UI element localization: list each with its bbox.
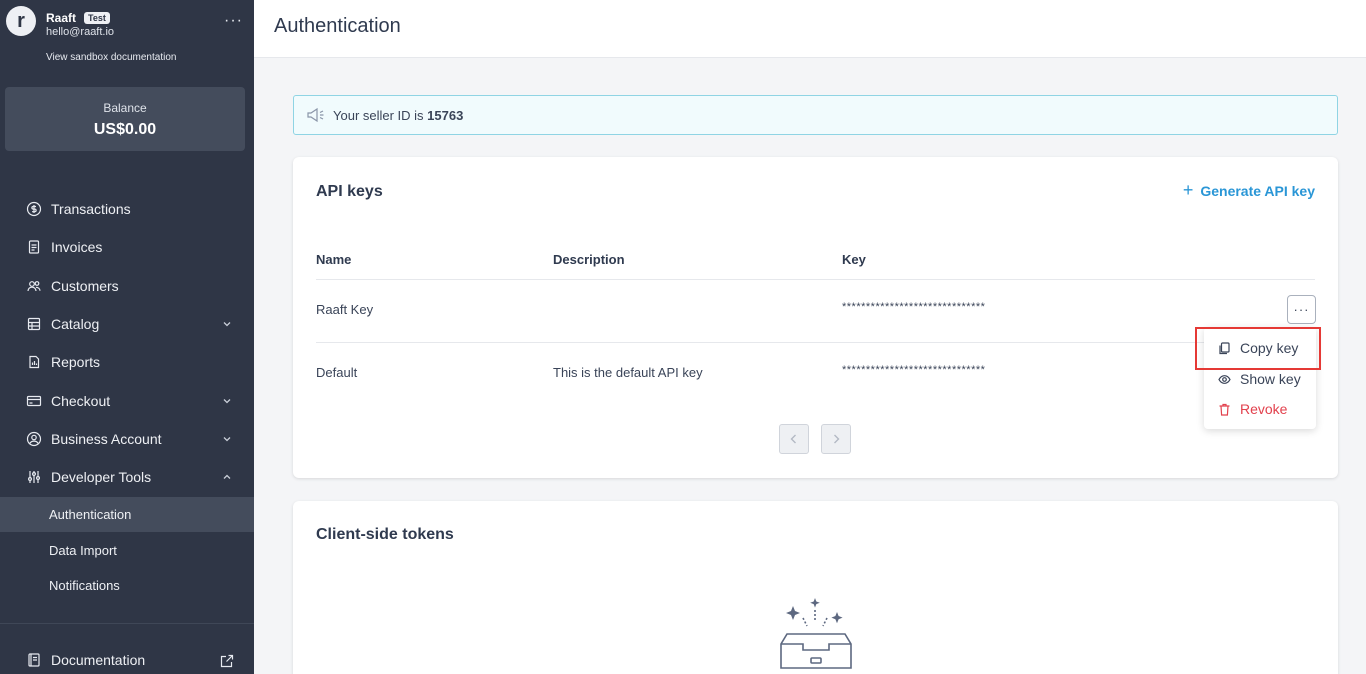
balance-value: US$0.00 [93, 121, 157, 138]
chevron-down-icon [223, 322, 231, 327]
sidebar-item-label: Customers [51, 277, 119, 294]
row-key: ****************************** [842, 364, 986, 376]
trash-icon [1219, 403, 1230, 416]
card-icon [26, 393, 42, 409]
external-link-icon[interactable] [220, 654, 234, 668]
sidebar-subitem-authentication[interactable]: Authentication [0, 497, 254, 532]
sidebar-item-invoices[interactable]: Invoices [0, 228, 254, 266]
column-header-key: Key [842, 252, 866, 267]
client-tokens-title: Client-side tokens [316, 526, 454, 543]
notice-text: Your seller ID is [333, 107, 428, 123]
sidebar-nav: Transactions Invoices Customers Catalog [0, 190, 254, 496]
megaphone-icon [307, 107, 324, 123]
chevron-up-icon [223, 474, 231, 480]
book-icon [26, 652, 42, 668]
column-header-name: Name [316, 252, 352, 267]
generate-api-key-label: Generate API key [1200, 182, 1315, 199]
chevron-down-icon [223, 398, 231, 404]
sidebar-item-label: Business Account [51, 430, 162, 447]
page-title: Authentication [274, 15, 401, 37]
sidebar-divider [0, 623, 254, 624]
chevron-down-icon [223, 436, 231, 442]
sidebar-subitem-data-import[interactable]: Data Import [0, 533, 254, 568]
menu-item-revoke[interactable]: Revoke [1218, 401, 1287, 417]
account-name: Raaft [46, 11, 77, 25]
api-keys-title: API keys [316, 183, 383, 200]
row-key: ****************************** [842, 301, 986, 313]
user-circle-icon [26, 431, 42, 447]
column-header-description: Description [553, 252, 625, 267]
sidebar-item-label: Checkout [51, 392, 111, 409]
sidebar-item-label: Transactions [51, 201, 131, 218]
eye-icon [1218, 374, 1231, 384]
catalog-icon [26, 316, 42, 332]
invoice-icon [26, 239, 42, 255]
menu-item-label: Revoke [1240, 401, 1288, 417]
sidebar-item-label: Documentation [51, 652, 146, 668]
account-switcher[interactable]: r Raaft Test hello@raaft.io [6, 6, 114, 38]
account-email: hello@raaft.io [46, 26, 115, 38]
sidebar-subitem-notifications[interactable]: Notifications [0, 568, 254, 603]
sidebar-item-developer-tools[interactable]: Developer Tools [0, 458, 254, 496]
sidebar-item-transactions[interactable]: Transactions [0, 190, 254, 228]
balance-panel: Balance US$0.00 [5, 87, 245, 151]
avatar: r [6, 6, 36, 36]
sidebar-item-checkout[interactable]: Checkout [0, 381, 254, 419]
seller-id-notice: Your seller ID is 15763 [293, 95, 1338, 135]
sidebar: r Raaft Test hello@raaft.io ··· View san… [0, 0, 254, 674]
row-description: This is the default API key [553, 365, 703, 380]
plus-icon: + [1182, 180, 1194, 200]
sidebar-item-label: Catalog [51, 316, 100, 333]
row-actions-button[interactable]: ··· [1287, 295, 1316, 324]
sidebar-item-label: Invoices [51, 239, 103, 256]
sidebar-item-reports[interactable]: Reports [0, 343, 254, 381]
sidebar-item-catalog[interactable]: Catalog [0, 305, 254, 343]
empty-box-icon [780, 598, 852, 669]
dollar-circle-icon [26, 201, 42, 217]
page-header: Authentication [254, 0, 1366, 58]
next-page-button[interactable] [821, 424, 851, 454]
row-name: Raaft Key [316, 302, 374, 317]
reports-icon [26, 354, 42, 370]
balance-label: Balance [103, 101, 147, 115]
copy-key-highlight [1195, 327, 1321, 370]
sidebar-item-documentation[interactable]: Documentation [26, 652, 145, 668]
more-options-icon[interactable]: ··· [224, 12, 243, 30]
sidebar-item-label: Reports [51, 354, 101, 371]
sidebar-item-label: Developer Tools [51, 469, 152, 486]
users-icon [26, 278, 42, 294]
chevron-left-icon [790, 434, 796, 444]
sidebar-item-customers[interactable]: Customers [0, 267, 254, 305]
test-badge: Test [84, 12, 110, 24]
generate-api-key-button[interactable]: + Generate API key [1183, 180, 1315, 201]
sandbox-docs-link[interactable]: View sandbox documentation [46, 52, 176, 63]
table-divider [316, 342, 1315, 343]
seller-id-value: 15763 [427, 107, 464, 123]
chevron-right-icon [834, 434, 840, 444]
menu-item-label: Show key [1240, 371, 1301, 387]
prev-page-button[interactable] [779, 424, 809, 454]
sidebar-item-business-account[interactable]: Business Account [0, 420, 254, 458]
row-name: Default [316, 365, 358, 380]
table-divider [316, 279, 1315, 280]
sliders-icon [26, 469, 42, 485]
menu-item-show-key[interactable]: Show key [1218, 371, 1301, 387]
api-keys-card: API keys + Generate API key Name Descrip… [293, 157, 1338, 478]
client-tokens-card: Client-side tokens [293, 501, 1338, 674]
